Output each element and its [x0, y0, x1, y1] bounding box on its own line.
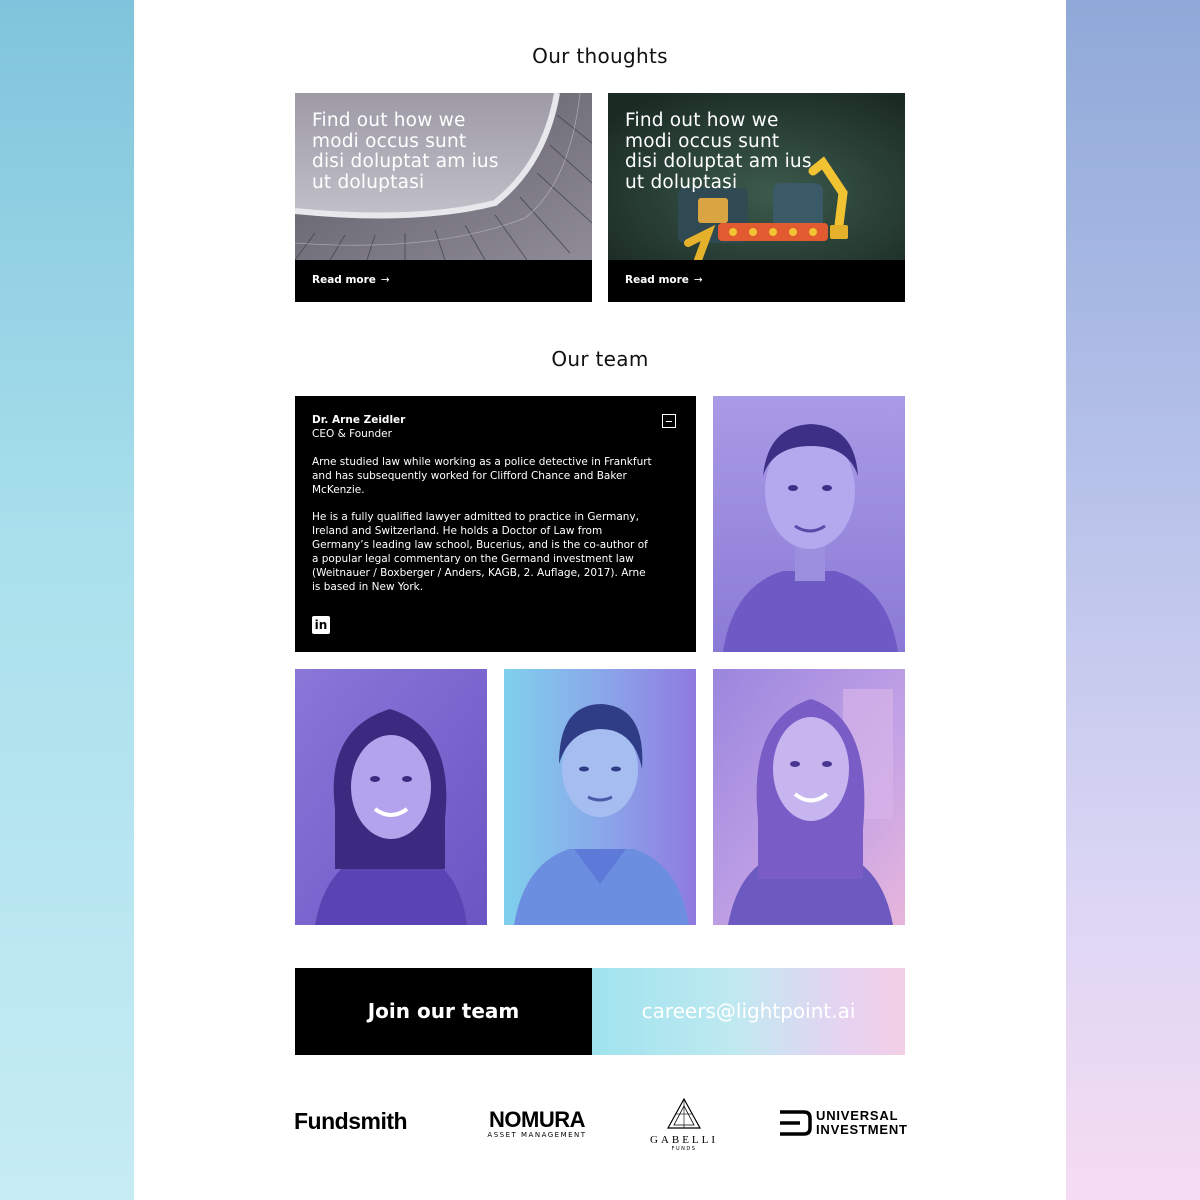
article-title: Find out how we modi occus sunt disi dol…: [625, 110, 812, 193]
arrow-right-icon: →: [380, 274, 390, 286]
article-title: Find out how we modi occus sunt disi dol…: [312, 110, 499, 193]
linkedin-icon[interactable]: in: [312, 616, 330, 634]
gabelli-wordmark: GABELLI: [649, 1134, 719, 1146]
join-team-button[interactable]: Join our team: [295, 968, 592, 1055]
team-photo[interactable]: [295, 669, 487, 925]
read-more-label: Read more: [312, 274, 376, 286]
article-card[interactable]: Find out how we modi occus sunt disi dol…: [608, 93, 905, 302]
universal-line-2: INVESTMENT: [816, 1122, 908, 1137]
bio-paragraph: Arne studied law while working as a poli…: [312, 456, 652, 496]
read-more-label: Read more: [625, 274, 689, 286]
team-photo[interactable]: [504, 669, 696, 925]
member-role: CEO & Founder: [312, 428, 392, 440]
nomura-logo: NOMURA ASSET MANAGEMENT: [483, 1109, 591, 1140]
fundsmith-logo: Fundsmith: [294, 1108, 408, 1134]
universal-investment-mark-icon: [780, 1110, 812, 1136]
background-right: [1066, 0, 1200, 1200]
read-more-link[interactable]: Read more →: [312, 274, 390, 286]
thoughts-heading: Our thoughts: [532, 44, 668, 68]
bio-paragraph: He is a fully qualified lawyer admitted …: [312, 511, 648, 593]
arrow-right-icon: →: [693, 274, 703, 286]
gabelli-pyramid-icon: [666, 1097, 702, 1129]
page-content: Our thoughts Find out how we modi occus …: [134, 0, 1066, 1200]
minus-icon[interactable]: [662, 414, 676, 428]
team-heading: Our team: [551, 347, 649, 371]
read-more-link[interactable]: Read more →: [625, 274, 703, 286]
nomura-subtitle: ASSET MANAGEMENT: [487, 1131, 587, 1139]
team-photo[interactable]: [713, 669, 905, 925]
careers-email-link[interactable]: careers@lightpoint.ai: [592, 968, 905, 1055]
gabelli-logo: GABELLI FUNDS: [640, 1097, 728, 1153]
team-photo[interactable]: [713, 396, 905, 652]
gabelli-subtitle: FUNDS: [671, 1146, 697, 1152]
nomura-wordmark: NOMURA: [489, 1107, 586, 1132]
article-card[interactable]: Find out how we modi occus sunt disi dol…: [295, 93, 592, 302]
universal-line-1: UNIVERSAL: [816, 1108, 899, 1123]
member-name: Dr. Arne Zeidler: [312, 414, 406, 426]
universal-investment-logo: UNIVERSAL INVESTMENT: [778, 1108, 908, 1138]
team-member-bio-card: Dr. Arne Zeidler CEO & Founder Arne stud…: [295, 396, 696, 652]
